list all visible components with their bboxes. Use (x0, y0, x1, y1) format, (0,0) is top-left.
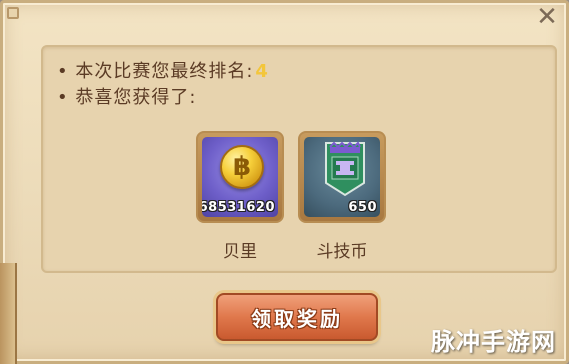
claim-reward-label: 领取奖励 (251, 306, 343, 331)
bullet: • (57, 87, 76, 108)
reward-count: 68531620 (202, 200, 275, 215)
corner-ornament (7, 7, 19, 19)
coin-icon: ฿ (220, 145, 264, 189)
congrats-line: • 恭喜您获得了: (57, 83, 196, 109)
bullet: • (57, 61, 76, 82)
watermark: 脉冲手游网 (431, 328, 556, 356)
congrats-label: 恭喜您获得了: (75, 87, 197, 108)
scroll-edge (0, 263, 17, 364)
reward-name-beli: 贝里 (223, 242, 257, 262)
rank-value: 4 (255, 61, 269, 82)
close-icon: ✕ (536, 2, 558, 32)
claim-reward-button[interactable]: 领取奖励 (216, 293, 378, 341)
result-panel: • 本次比赛您最终排名: 4 • 恭喜您获得了: ฿ 68531620 贝里 6… (41, 45, 557, 273)
reward-dialog: ✕ • 本次比赛您最终排名:4 • 恭喜您获得了: ฿ 68531620 贝里 (0, 0, 569, 364)
reward-slot-arena-token[interactable]: 650 (298, 131, 386, 223)
reward-frame: 650 (304, 137, 380, 217)
reward-frame: ฿ 68531620 (202, 137, 278, 217)
rank-line: • 本次比赛您最终排名: 4 (57, 57, 269, 83)
reward-count: 650 (348, 200, 377, 215)
arena-token-banner-icon (325, 141, 365, 197)
rank-label: 本次比赛您最终排名: (75, 61, 254, 82)
reward-name-arena-token: 斗技币 (316, 242, 368, 262)
close-button[interactable]: ✕ (534, 2, 560, 32)
reward-slot-beli[interactable]: ฿ 68531620 (196, 131, 284, 223)
